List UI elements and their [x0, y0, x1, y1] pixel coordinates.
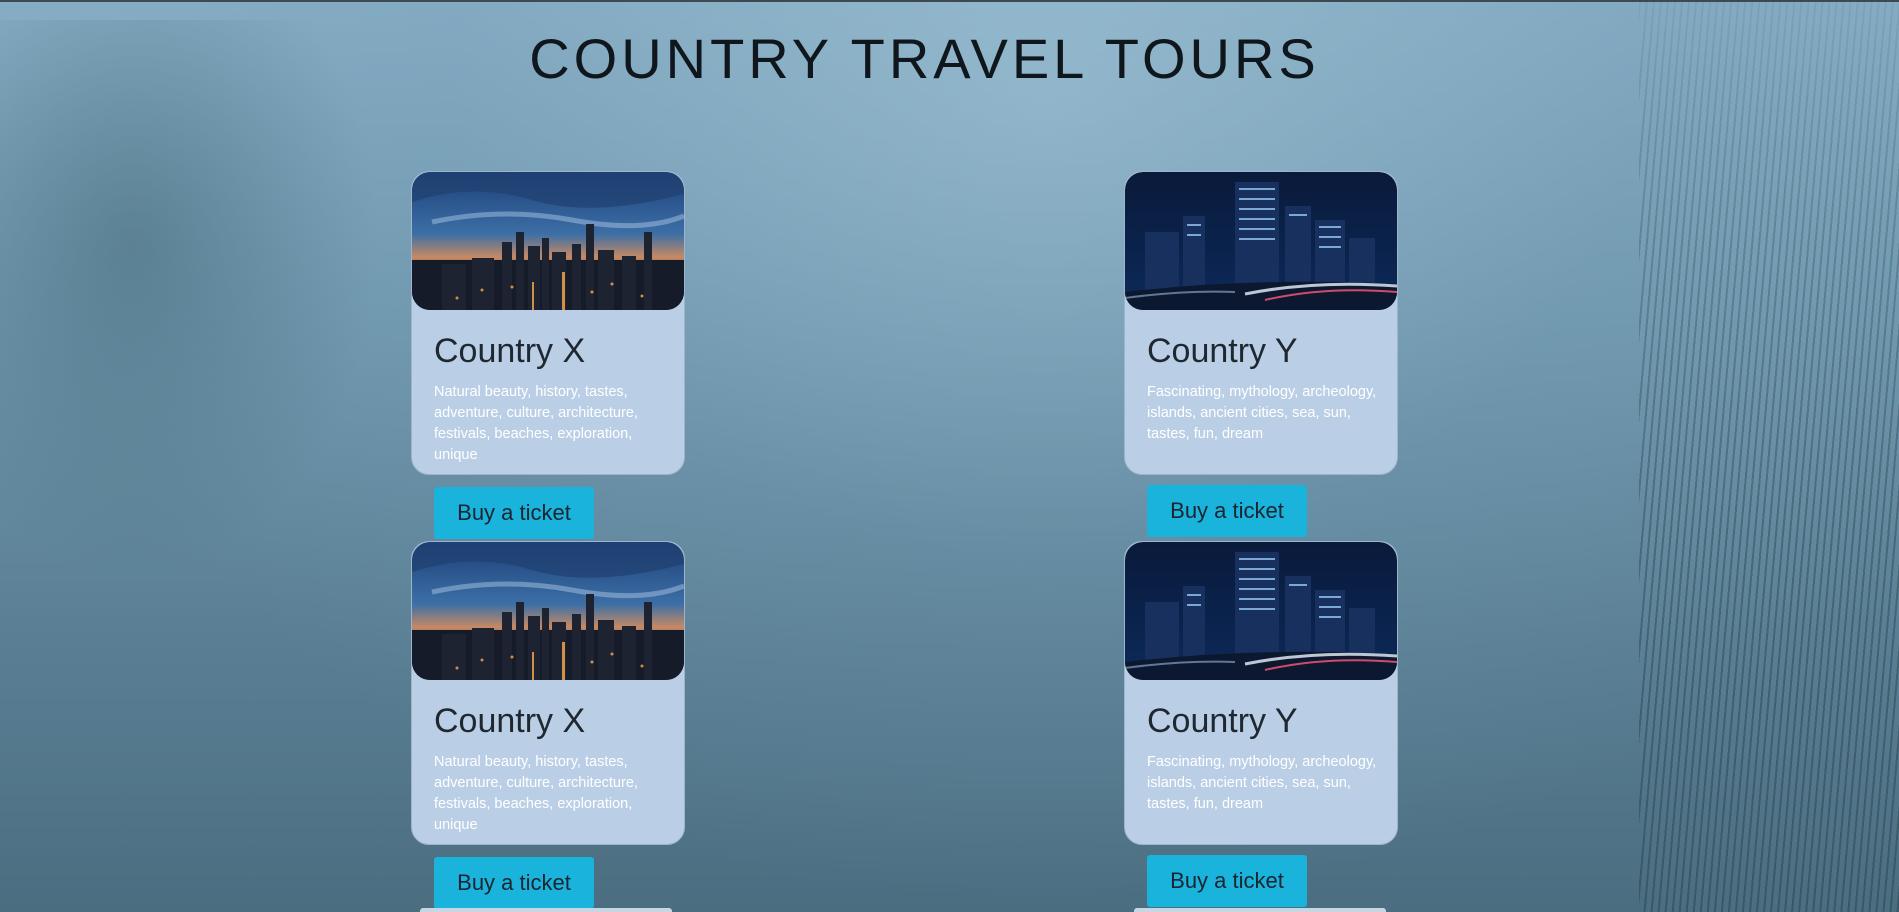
card-description: Fascinating, mythology, archeology, isla…	[1147, 754, 1377, 812]
tour-card-country-x: Country X Natural beauty, history, taste…	[411, 171, 685, 475]
card-title: Country X	[434, 332, 586, 370]
card-description: Natural beauty, history, tastes, adventu…	[434, 384, 638, 463]
card-description: Natural beauty, history, tastes, adventu…	[434, 754, 638, 833]
buy-ticket-button[interactable]: Buy a ticket	[434, 487, 594, 539]
city-skyscrapers-night-image	[1125, 542, 1397, 680]
city-skyline-dusk-image	[412, 172, 684, 310]
card-title: Country Y	[1147, 332, 1298, 370]
card-title: Country X	[434, 702, 586, 740]
tour-card-country-y: Country Y Fascinating, mythology, archeo…	[1124, 171, 1398, 475]
tour-card-country-y: Country Y Fascinating, mythology, archeo…	[1124, 541, 1398, 845]
background-tree-left	[0, 20, 380, 580]
next-card-edge	[1134, 908, 1386, 912]
card-description: Fascinating, mythology, archeology, isla…	[1147, 384, 1377, 442]
city-skyline-dusk-image	[412, 542, 684, 680]
background-willow-right	[1639, 0, 1899, 912]
tour-card-country-x: Country X Natural beauty, history, taste…	[411, 541, 685, 845]
city-skyscrapers-night-image	[1125, 172, 1397, 310]
next-card-edge	[420, 908, 672, 912]
buy-ticket-button[interactable]: Buy a ticket	[434, 857, 594, 909]
page-title: COUNTRY TRAVEL TOURS	[529, 27, 1320, 90]
buy-ticket-button[interactable]: Buy a ticket	[1147, 485, 1307, 537]
top-border	[0, 0, 1899, 2]
buy-ticket-button[interactable]: Buy a ticket	[1147, 855, 1307, 907]
card-title: Country Y	[1147, 702, 1298, 740]
